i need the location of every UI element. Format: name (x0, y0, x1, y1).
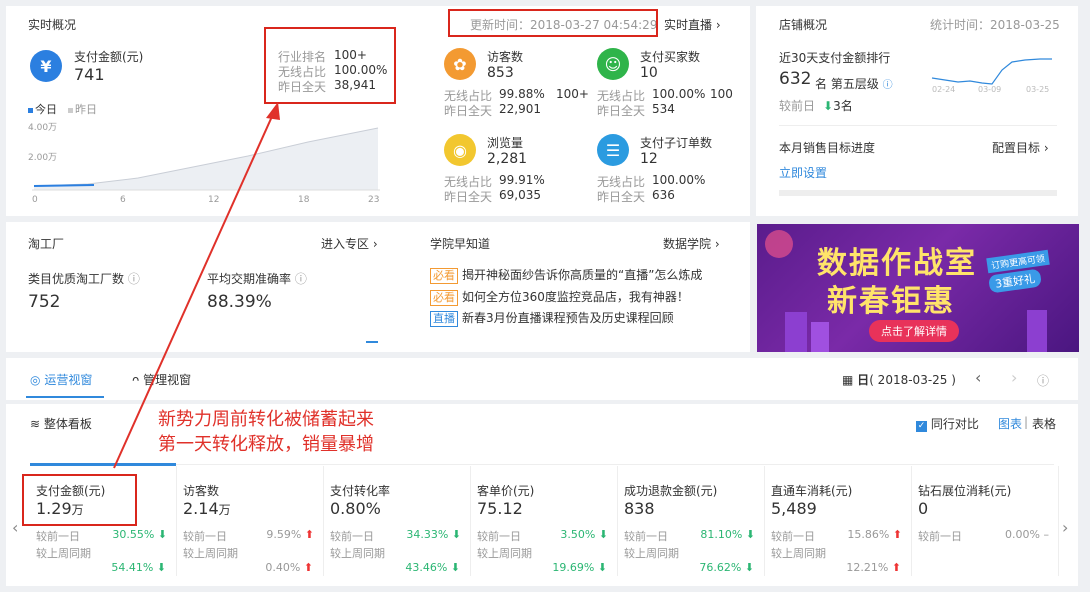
annotation-arrow (113, 102, 280, 469)
arrow-shaft (113, 111, 275, 469)
arrow-head (266, 102, 280, 120)
